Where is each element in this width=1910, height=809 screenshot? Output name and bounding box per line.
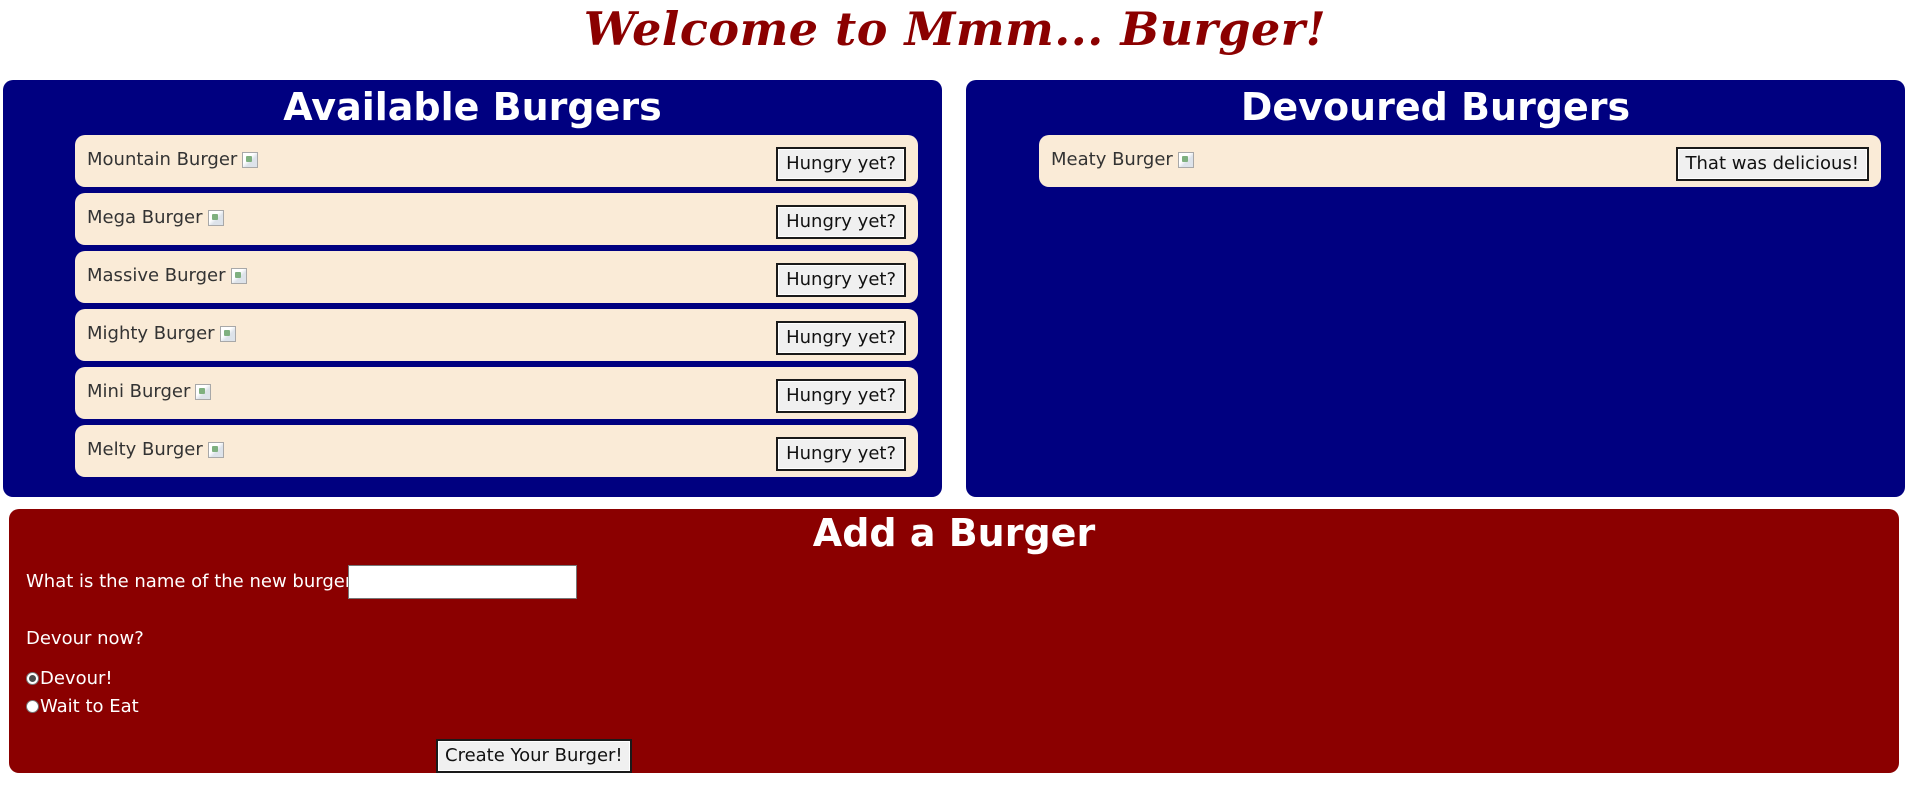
broken-image-icon — [195, 384, 212, 400]
burger-name: Mountain Burger — [87, 149, 259, 170]
broken-image-icon — [1177, 152, 1194, 168]
burger-name: Melty Burger — [87, 439, 224, 460]
available-burgers-list: Mountain Burger Hungry yet? Mega Burger … — [75, 135, 918, 483]
broken-image-icon — [207, 442, 224, 458]
radio-option-devour[interactable]: Devour! — [26, 668, 113, 689]
burger-name-label: What is the name of the new burger? — [26, 571, 362, 592]
available-burgers-title: Available Burgers — [283, 85, 662, 129]
broken-image-icon — [242, 152, 259, 168]
add-burger-panel: Add a Burger What is the name of the new… — [9, 509, 1899, 773]
devour-button[interactable]: Hungry yet? — [776, 147, 906, 181]
page: Welcome to Mmm... Burger! Available Burg… — [0, 0, 1910, 809]
radio-button[interactable] — [26, 700, 39, 713]
devour-question-label: Devour now? — [26, 628, 144, 649]
burger-item-massive: Massive Burger Hungry yet? — [75, 251, 918, 303]
burger-item-melty: Melty Burger Hungry yet? — [75, 425, 918, 477]
burger-name: Massive Burger — [87, 265, 247, 286]
devoured-burgers-list: Meaty Burger That was delicious! — [1039, 135, 1881, 193]
devoured-burgers-title: Devoured Burgers — [1240, 85, 1631, 129]
broken-image-icon — [207, 210, 224, 226]
create-burger-button[interactable]: Create Your Burger! — [436, 739, 632, 773]
burger-item-mighty: Mighty Burger Hungry yet? — [75, 309, 918, 361]
burger-item-meaty: Meaty Burger That was delicious! — [1039, 135, 1881, 187]
devour-button[interactable]: Hungry yet? — [776, 321, 906, 355]
devour-button[interactable]: Hungry yet? — [776, 263, 906, 297]
devour-button[interactable]: Hungry yet? — [776, 205, 906, 239]
burger-name: Mini Burger — [87, 381, 212, 402]
burger-name-input[interactable] — [348, 565, 577, 599]
devoured-burgers-panel: Devoured Burgers Meaty Burger That was d… — [966, 80, 1905, 497]
burger-item-mega: Mega Burger Hungry yet? — [75, 193, 918, 245]
radio-label: Wait to Eat — [40, 696, 139, 717]
burger-item-mountain: Mountain Burger Hungry yet? — [75, 135, 918, 187]
devour-button[interactable]: Hungry yet? — [776, 379, 906, 413]
broken-image-icon — [230, 268, 247, 284]
delicious-button[interactable]: That was delicious! — [1675, 147, 1869, 181]
radio-button-checked[interactable] — [26, 672, 39, 685]
radio-label: Devour! — [40, 668, 113, 689]
devour-button[interactable]: Hungry yet? — [776, 437, 906, 471]
radio-option-wait[interactable]: Wait to Eat — [26, 696, 139, 717]
burger-item-mini: Mini Burger Hungry yet? — [75, 367, 918, 419]
available-burgers-panel: Available Burgers Mountain Burger Hungry… — [3, 80, 942, 497]
burger-name: Meaty Burger — [1051, 149, 1194, 170]
page-title: Welcome to Mmm... Burger! — [583, 2, 1327, 56]
broken-image-icon — [219, 326, 236, 342]
burger-name: Mega Burger — [87, 207, 224, 228]
add-burger-title: Add a Burger — [812, 511, 1096, 555]
burger-name: Mighty Burger — [87, 323, 236, 344]
